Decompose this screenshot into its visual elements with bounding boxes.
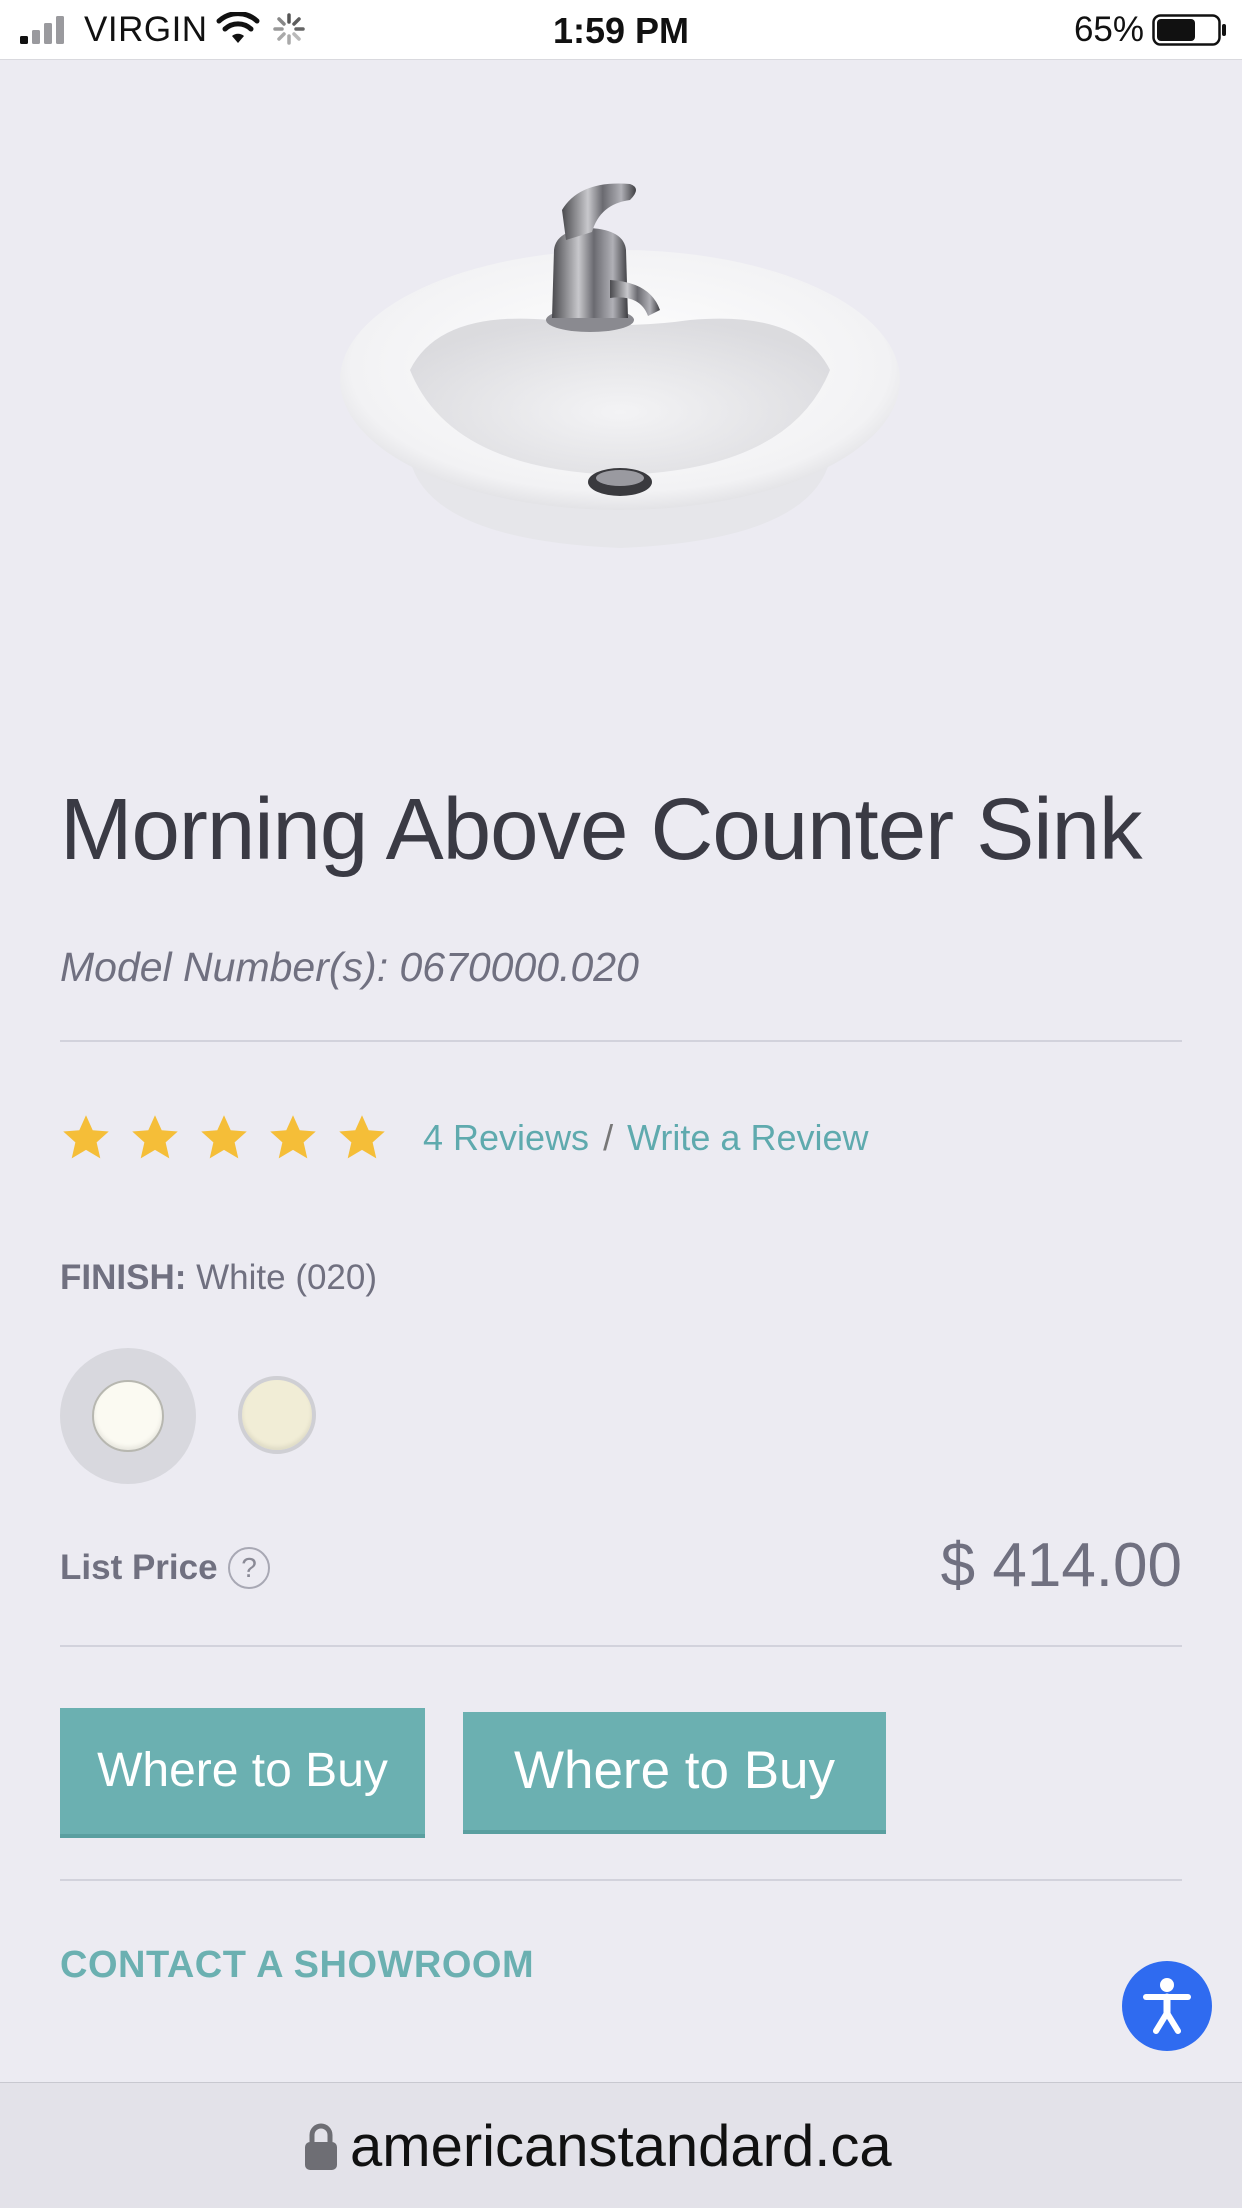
divider xyxy=(60,1879,1182,1881)
finish-value: White (020) xyxy=(196,1258,378,1297)
clock: 1:59 PM xyxy=(552,10,690,51)
lock-icon xyxy=(305,2123,337,2170)
star-icon xyxy=(270,1115,316,1159)
contact-showroom-link[interactable]: CONTACT A SHOWROOM xyxy=(60,1944,534,1987)
star-icon xyxy=(63,1115,109,1159)
star-icon xyxy=(132,1115,178,1159)
star-icon xyxy=(201,1115,247,1159)
battery-percent: 65% xyxy=(1073,10,1144,49)
reviews-separator: / xyxy=(603,1117,614,1158)
url-text: americanstandard.ca xyxy=(350,2114,892,2179)
help-icon[interactable]: ? xyxy=(228,1547,270,1589)
finish-row: FINISH: White (020) xyxy=(60,1258,377,1298)
product-image xyxy=(340,183,900,548)
page: VIRGIN 1:59 PM 65% Morning Above Counter… xyxy=(0,0,1242,2208)
where-to-buy-button-secondary[interactable]: Where to Buy xyxy=(463,1712,886,1830)
battery-icon xyxy=(1152,14,1226,46)
finish-label: FINISH: xyxy=(60,1258,187,1297)
write-review-link[interactable]: Write a Review xyxy=(627,1117,868,1159)
model-number: Model Number(s): 0670000.020 xyxy=(60,944,639,990)
list-price-value: $ 414.00 xyxy=(940,1531,1182,1600)
accessibility-button[interactable] xyxy=(1122,1961,1212,2051)
where-to-buy-button[interactable]: Where to Buy xyxy=(60,1708,425,1834)
url-bar[interactable]: americanstandard.ca xyxy=(0,2082,1242,2208)
star-icon xyxy=(339,1115,385,1159)
status-bar: VIRGIN 1:59 PM 65% xyxy=(0,0,1242,60)
accessibility-icon xyxy=(1143,1978,1191,2034)
rating-row: 4 Reviews / Write a Review xyxy=(60,1108,868,1168)
divider xyxy=(60,1645,1182,1647)
product-title: Morning Above Counter Sink xyxy=(60,781,1142,878)
finish-swatch-white[interactable] xyxy=(92,1380,164,1452)
finish-swatch-bone[interactable] xyxy=(238,1376,316,1454)
list-price-label: List Price xyxy=(60,1548,218,1587)
star-rating xyxy=(60,1112,405,1164)
divider xyxy=(60,1040,1182,1042)
reviews-link[interactable]: 4 Reviews xyxy=(423,1117,589,1159)
